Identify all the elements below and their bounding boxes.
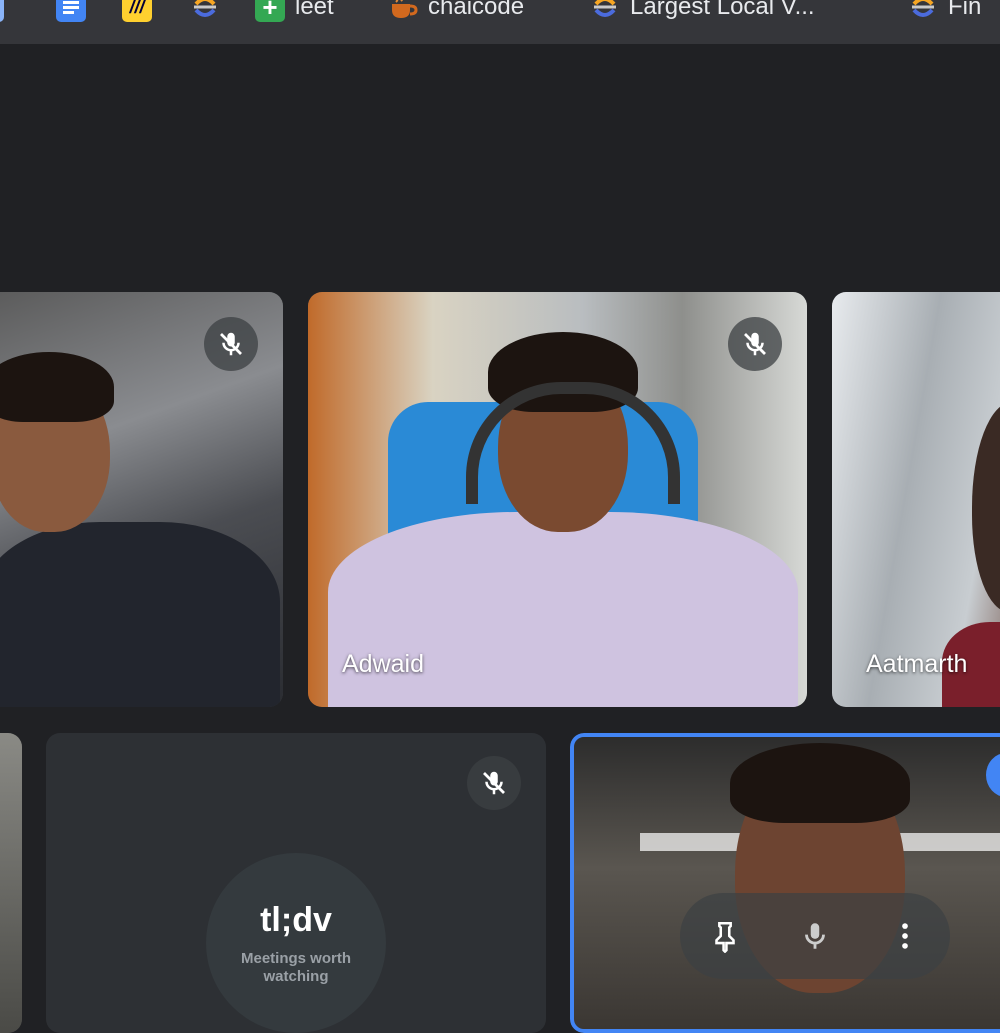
loop-icon (590, 0, 620, 22)
mic-off-icon (728, 317, 782, 371)
bookmark-leet[interactable]: + leet (255, 0, 334, 22)
bookmark-label: Largest Local V... (630, 0, 815, 20)
more-vert-icon (902, 923, 908, 949)
bookmark-loop[interactable] (190, 0, 220, 22)
participant-name: Adwaid (342, 650, 424, 678)
pin-button[interactable] (702, 913, 748, 959)
participant-video (0, 733, 22, 1033)
bookmark-fin[interactable]: Fin (908, 0, 981, 22)
participant-tile[interactable] (0, 733, 22, 1033)
mic-off-icon (204, 317, 258, 371)
tldv-logo: tl;dv (260, 901, 332, 939)
participant-tile[interactable]: Adwaid (308, 292, 807, 707)
tldv-tagline: Meetings worth watching (240, 950, 351, 985)
bookmark-label: chaicode (428, 0, 525, 20)
meeting-grid: Adwaid Aatmarth tl;dv Meetings worth wat… (0, 44, 1000, 1033)
participant-tile-active[interactable] (570, 733, 1000, 1033)
participant-tile[interactable] (0, 292, 283, 707)
bookmark-label: Fin (948, 0, 982, 20)
miro-icon: /// (122, 0, 152, 22)
more-options-button[interactable] (882, 913, 928, 959)
tea-cup-icon (388, 0, 418, 22)
bookmarks-bar: /// + leet chaicode Largest Local V... F… (0, 0, 1000, 44)
participant-name: Aatmarth (866, 650, 968, 678)
file-icon (0, 0, 4, 22)
mic-off-icon (467, 756, 521, 810)
pin-icon (715, 921, 735, 953)
mic-icon (805, 923, 825, 949)
participant-tile[interactable]: Aatmarth (832, 292, 1000, 707)
google-docs-icon (56, 0, 86, 22)
tldv-tile[interactable]: tl;dv Meetings worth watching (46, 733, 546, 1033)
mute-participant-button[interactable] (792, 913, 838, 959)
bookmark-item-0[interactable] (0, 0, 4, 22)
bookmark-google-docs[interactable] (56, 0, 86, 22)
loop-icon (190, 0, 220, 22)
bookmark-chaicode[interactable]: chaicode (388, 0, 524, 22)
bookmark-miro[interactable]: /// (122, 0, 152, 22)
google-sheets-icon: + (255, 0, 285, 22)
bookmark-label: leet (295, 0, 334, 20)
bookmark-largest-local[interactable]: Largest Local V... (590, 0, 815, 22)
loop-icon (908, 0, 938, 22)
tldv-avatar: tl;dv Meetings worth watching (206, 853, 386, 1033)
tile-hover-controls (680, 893, 950, 979)
